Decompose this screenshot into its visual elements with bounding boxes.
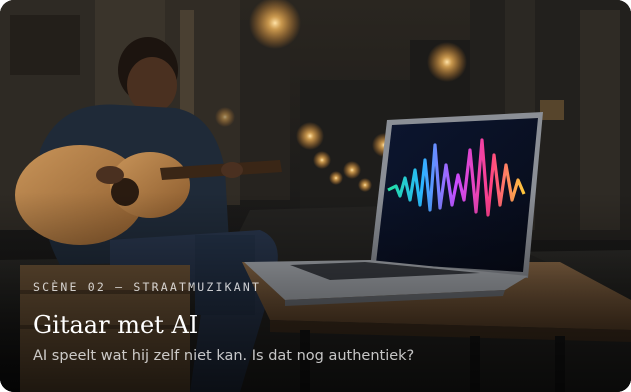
scene-card[interactable]: SCÈNE 02 — STRAATMUZIKANT Gitaar met AI … (0, 0, 631, 392)
card-title: Gitaar met AI (33, 311, 199, 339)
card-subtitle: AI speelt wat hij zelf niet kan. Is dat … (33, 348, 415, 364)
scene-eyebrow: SCÈNE 02 — STRAATMUZIKANT (33, 280, 262, 294)
